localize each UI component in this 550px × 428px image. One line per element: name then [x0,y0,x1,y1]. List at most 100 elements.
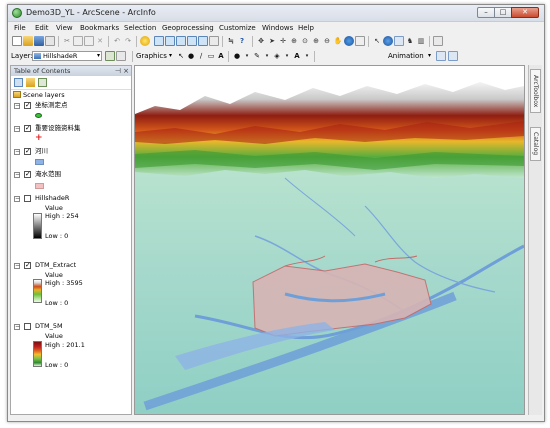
modelbuilder-icon[interactable] [209,36,219,46]
animation-menu[interactable]: Animation [388,52,424,60]
layer-name[interactable]: 河川 [35,146,48,156]
legend-high-label: High : 201.1 [45,341,85,349]
pin-icon[interactable]: ⊣ [115,66,121,76]
scene-layers-label: Scene layers [23,91,65,99]
layer-expander[interactable]: − [14,126,20,132]
layer-visibility-checkbox[interactable] [24,323,31,330]
menu-geoprocessing[interactable]: Geoprocessing [162,24,214,32]
delete-icon[interactable]: ✕ [95,36,105,46]
menu-view[interactable]: View [56,24,73,32]
full-extent-icon[interactable] [344,36,354,46]
layer-expander[interactable]: − [14,263,20,269]
zoom-out-icon[interactable]: ⊖ [322,36,332,46]
fill-dropdown-icon[interactable]: ▾ [282,51,292,61]
list-by-visibility-icon[interactable] [38,78,47,87]
catalog-window-icon[interactable] [165,36,175,46]
layer-visibility-checkbox[interactable]: ✓ [24,102,31,109]
redo-icon[interactable]: ↷ [123,36,133,46]
docked-window-tabs: ArcToolbox Catalog [528,65,542,415]
undo-icon[interactable]: ↶ [112,36,122,46]
copy-icon[interactable] [73,36,83,46]
zoom-to-target-icon[interactable]: ⊕ [289,36,299,46]
menu-customize[interactable]: Customize [219,24,256,32]
layer-visibility-checkbox[interactable]: ✓ [24,171,31,178]
3d-effects-icon[interactable] [105,51,115,61]
list-by-drawing-order-icon[interactable] [14,78,23,87]
layer-name[interactable]: 坐标测定点 [35,100,68,110]
python-window-icon[interactable] [198,36,208,46]
layer-visibility-checkbox[interactable] [24,195,31,202]
measure-icon[interactable]: ▥ [416,36,426,46]
minimize-button[interactable]: – [477,7,495,18]
search-window-icon[interactable] [176,36,186,46]
layer-visibility-checkbox[interactable]: ✓ [24,125,31,132]
scene-properties-icon[interactable] [433,36,443,46]
font-dropdown-icon[interactable]: ▾ [302,51,312,61]
close-button[interactable]: ✕ [511,7,539,18]
fill-color-icon[interactable]: ◈ [272,51,282,61]
layer-expander[interactable]: − [14,324,20,330]
graphics-menu[interactable]: Graphics [136,52,167,60]
menu-selection[interactable]: Selection [124,24,156,32]
add-data-icon[interactable] [140,36,150,46]
set-observer-icon[interactable]: ⊙ [300,36,310,46]
cut-icon[interactable]: ✂ [62,36,72,46]
layer-expander[interactable]: − [14,149,20,155]
point-marker-icon[interactable]: ● [186,51,196,61]
animation-capture-icon[interactable] [436,51,446,61]
text-icon[interactable]: A [216,51,226,61]
font-color-icon[interactable]: A [292,51,302,61]
target-center-icon[interactable]: ✛ [278,36,288,46]
standard-toolbar: ✂ ✕ ↶ ↷ ≒ ? ✥ ➤ ✛ ⊕ ⊙ ⊕ ⊖ ✋ ↖ ♞ ▥ [8,35,544,49]
table-view-icon[interactable] [154,36,164,46]
html-popup-icon[interactable] [394,36,404,46]
catalog-tab[interactable]: Catalog [530,127,541,161]
layer-expander[interactable]: − [14,196,20,202]
select-graphics-icon[interactable]: ↖ [176,51,186,61]
menu-help[interactable]: Help [298,24,314,32]
layer-visibility-checkbox[interactable]: ✓ [24,148,31,155]
layer-expander[interactable]: − [14,103,20,109]
fly-icon[interactable]: ➤ [267,36,277,46]
zoom-in-icon[interactable]: ⊕ [311,36,321,46]
marker-color-icon[interactable]: ● [232,51,242,61]
menu-file[interactable]: File [14,24,26,32]
paste-icon[interactable] [84,36,94,46]
layer-swipe-icon[interactable] [116,51,126,61]
select-elements-icon[interactable]: ↖ [372,36,382,46]
marker-dropdown-icon[interactable]: ▾ [242,51,252,61]
layer-name[interactable]: DTM_Extract [35,260,76,270]
layer-expander[interactable]: − [14,172,20,178]
menu-bookmarks[interactable]: Bookmarks [80,24,119,32]
layer-name[interactable]: 重要设施资料集 [35,123,81,133]
layer-dropdown[interactable]: HillshadeR ▾ [32,51,102,61]
new-document-icon[interactable] [12,36,22,46]
open-folder-icon[interactable] [23,36,33,46]
find-icon[interactable]: ♞ [405,36,415,46]
list-by-source-icon[interactable] [26,78,35,87]
menu-edit[interactable]: Edit [35,24,49,32]
scene-view[interactable] [134,65,525,415]
layer-name[interactable]: 淹水范围 [35,169,61,179]
pan-icon[interactable]: ✋ [333,36,343,46]
print-icon[interactable] [45,36,55,46]
menu-windows[interactable]: Windows [262,24,293,32]
animation-play-icon[interactable] [448,51,458,61]
line-icon[interactable]: ∕ [196,51,206,61]
save-icon[interactable] [34,36,44,46]
identify-info-icon[interactable] [383,36,393,46]
line-dropdown-icon[interactable]: ▾ [262,51,272,61]
close-icon[interactable]: × [123,66,129,76]
navigate-icon[interactable]: ✥ [256,36,266,46]
line-color-icon[interactable]: ✎ [252,51,262,61]
layer-name[interactable]: DTM_5M [35,321,63,331]
whats-this-icon[interactable]: ? [237,36,247,46]
identify-icon[interactable]: ≒ [226,36,236,46]
layer-name[interactable]: HillshadeR [35,193,69,203]
layer-visibility-checkbox[interactable]: ✓ [24,262,31,269]
rectangle-icon[interactable]: ▭ [206,51,216,61]
arctoolbox-tab[interactable]: ArcToolbox [530,69,541,113]
maximize-button[interactable]: □ [494,7,512,18]
select-features-icon[interactable] [355,36,365,46]
arctoolbox-icon[interactable] [187,36,197,46]
